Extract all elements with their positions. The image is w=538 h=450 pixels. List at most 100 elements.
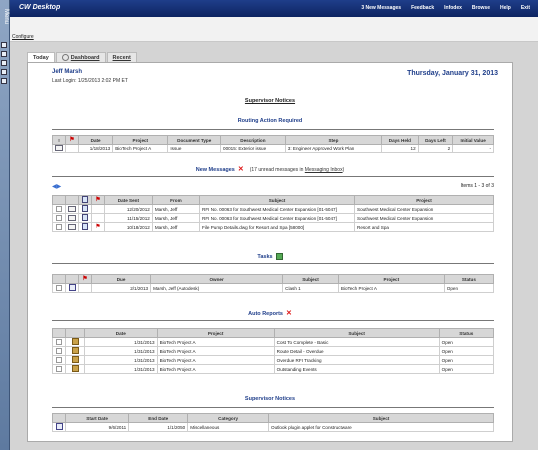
col-select[interactable] xyxy=(52,195,66,205)
col-select[interactable] xyxy=(52,274,66,284)
info-icon[interactable] xyxy=(1,78,7,84)
row-checkbox[interactable] xyxy=(56,205,62,212)
col-subject[interactable]: Subject xyxy=(273,328,440,338)
table-row[interactable]: 9/6/2011 1/1/2050 Miscellaneous Outlook … xyxy=(52,422,494,432)
cell-date-sent: 10/18/2012 xyxy=(104,222,153,232)
cell-description[interactable]: 00015: Exterior issue xyxy=(220,144,286,153)
cell-project: BioTech Project A xyxy=(156,346,275,356)
cell-project: Southwest Medical Center Expansion xyxy=(354,213,494,223)
table-row[interactable]: 1/18/2013 BioTech Project A Issue 00015:… xyxy=(52,144,494,153)
table-row[interactable]: 1/31/2013 BioTech Project A Cost To Comp… xyxy=(52,337,495,347)
cell-subject[interactable]: Outlook plugin applet for Constructware xyxy=(268,422,494,432)
col-subject[interactable]: Subject xyxy=(268,413,494,423)
add-task-icon[interactable] xyxy=(275,253,283,260)
col-type[interactable] xyxy=(65,328,85,338)
cell-subject[interactable]: Route Detail - Overdue xyxy=(273,346,440,356)
col-from[interactable]: From xyxy=(151,195,201,205)
browse-link[interactable]: Browse xyxy=(472,5,490,11)
new-messages-link[interactable]: 3 New Messages xyxy=(361,5,401,11)
col-flag[interactable]: ⚑ xyxy=(65,135,79,145)
col-subject[interactable]: Subject xyxy=(199,195,356,205)
divider xyxy=(52,263,494,264)
cell-subject[interactable]: Overdue RFI Tracking xyxy=(273,355,440,365)
col-start-date[interactable]: Start Date xyxy=(64,413,130,423)
col-initial-value[interactable]: Initial Value xyxy=(452,135,494,145)
col-days-held[interactable]: Days Held xyxy=(381,135,419,145)
row-checkbox[interactable] xyxy=(56,365,62,372)
report-icon xyxy=(71,347,79,354)
row-checkbox[interactable] xyxy=(56,284,62,291)
cell-from: Marsh, Jeff xyxy=(151,213,201,223)
messaging-inbox-link[interactable]: Messaging Inbox xyxy=(305,167,343,173)
table-row[interactable]: 12/20/2012 Marsh, Jeff RFI No. 00063 for… xyxy=(52,204,494,214)
col-category[interactable]: Category xyxy=(187,413,269,423)
col-days-left[interactable]: Days Left xyxy=(417,135,454,145)
supervisor-notices-link[interactable]: Supervisor Notices xyxy=(245,98,295,104)
col-select[interactable] xyxy=(52,328,66,338)
col-project[interactable]: Project xyxy=(337,274,445,284)
row-checkbox[interactable] xyxy=(56,347,62,354)
cell-status: Open xyxy=(438,346,495,356)
col-end-date[interactable]: End Date xyxy=(128,413,189,423)
col-select[interactable] xyxy=(52,413,66,423)
col-date[interactable]: Date xyxy=(84,328,158,338)
col-status[interactable]: Status xyxy=(438,328,495,338)
cell-subject[interactable]: Clash 1 xyxy=(282,283,339,293)
col-read[interactable] xyxy=(65,195,79,205)
col-project[interactable]: Project xyxy=(354,195,494,205)
table-row[interactable]: 1/31/2013 BioTech Project A Overdue RFI … xyxy=(52,355,495,365)
table-row[interactable]: 1/31/2013 BioTech Project A Route Detail… xyxy=(52,346,495,356)
table-row[interactable]: 1/31/2013 BioTech Project A Outstanding … xyxy=(52,364,495,374)
list-icon[interactable] xyxy=(1,51,7,57)
folder-icon[interactable] xyxy=(1,60,7,66)
home-icon[interactable] xyxy=(1,42,7,48)
col-attach[interactable] xyxy=(78,195,92,205)
feedback-link[interactable]: Feedback xyxy=(411,5,434,11)
col-doctype[interactable]: Document Type xyxy=(167,135,222,145)
table-row[interactable]: ⚑ 10/18/2012 Marsh, Jeff File Pump Detai… xyxy=(52,222,494,232)
pager-arrows-icon[interactable]: ◀▶ xyxy=(52,183,61,190)
col-priority[interactable]: ! xyxy=(52,135,66,145)
col-project[interactable]: Project xyxy=(112,135,169,145)
row-checkbox[interactable] xyxy=(56,223,62,230)
messages-table: ⚑ Date Sent From Subject Project 12/20/2… xyxy=(52,195,494,232)
col-flag[interactable]: ⚑ xyxy=(78,274,92,284)
envelope-icon xyxy=(68,214,76,221)
col-description[interactable]: Description xyxy=(220,135,286,145)
col-date[interactable]: Date xyxy=(77,135,114,145)
cell-subject[interactable]: RFI No. 00063 for Southwest Medical Cent… xyxy=(199,213,356,223)
cell-date: 1/31/2013 xyxy=(84,364,158,374)
table-row[interactable]: 2/1/2013 Marsh, Jeff (Autodesk) Clash 1 … xyxy=(52,283,495,293)
infodex-link[interactable]: Infodex xyxy=(444,5,462,11)
row-checkbox[interactable] xyxy=(56,214,62,221)
col-flag[interactable]: ⚑ xyxy=(91,195,105,205)
exit-link[interactable]: Exit xyxy=(521,5,530,11)
help-link[interactable]: Help xyxy=(500,5,511,11)
col-subject[interactable]: Subject xyxy=(282,274,339,284)
col-due[interactable]: Due xyxy=(90,274,152,284)
col-type[interactable] xyxy=(65,274,79,284)
cell-project[interactable]: BioTech Project A xyxy=(112,144,169,153)
col-status[interactable]: Status xyxy=(443,274,495,284)
cell-subject[interactable]: Outstanding Events xyxy=(273,364,440,374)
settings-icon[interactable] xyxy=(1,69,7,75)
row-checkbox[interactable] xyxy=(56,338,62,345)
col-project[interactable]: Project xyxy=(156,328,275,338)
table-row[interactable]: 11/15/2012 Marsh, Jeff RFI No. 00063 for… xyxy=(52,213,494,223)
cell-date: 1/31/2013 xyxy=(84,355,158,365)
col-date-sent[interactable]: Date Sent xyxy=(104,195,153,205)
envelope-icon[interactable] xyxy=(55,145,63,151)
col-step[interactable]: Step xyxy=(284,135,383,145)
cell-subject[interactable]: RFI No. 00063 for Southwest Medical Cent… xyxy=(199,204,356,214)
messages-pager: ◀▶ Items 1 - 3 of 3 xyxy=(52,183,494,191)
close-icon[interactable]: ✕ xyxy=(238,166,244,173)
configure-link[interactable]: Configure xyxy=(12,34,34,40)
cell-subject[interactable]: File Pump Details.dwg for Resort and Spa… xyxy=(199,222,356,232)
menu-label[interactable]: Menu xyxy=(0,2,9,32)
col-owner[interactable]: Owner xyxy=(150,274,284,284)
side-menu-strip[interactable]: Menu xyxy=(0,0,10,450)
cell-project: BioTech Project A xyxy=(337,283,445,293)
close-icon[interactable]: ✕ xyxy=(286,310,292,317)
row-checkbox[interactable] xyxy=(56,356,62,363)
cell-subject[interactable]: Cost To Complete - Basic xyxy=(273,337,440,347)
